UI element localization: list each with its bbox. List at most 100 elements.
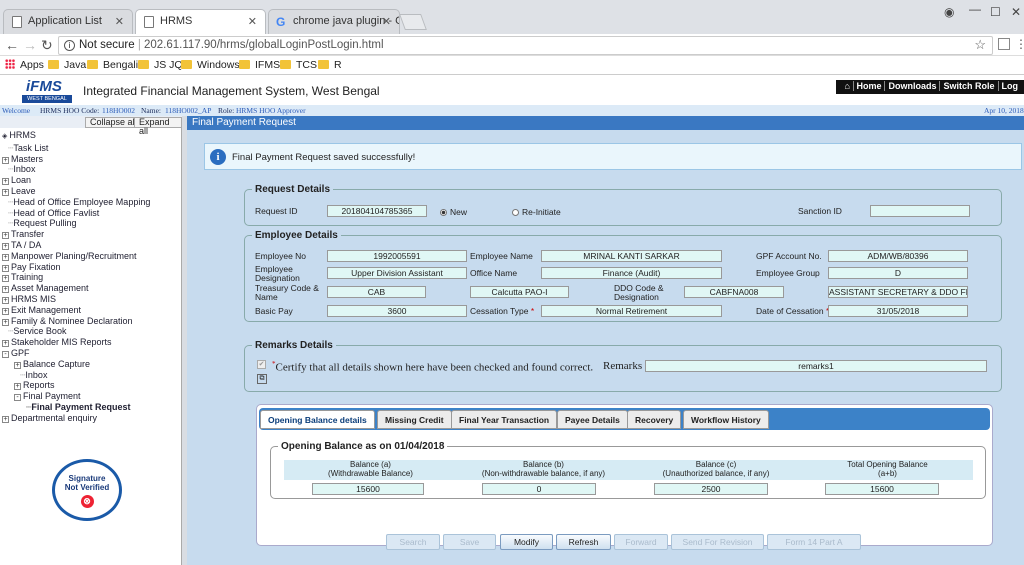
- radio-new[interactable]: New: [440, 208, 467, 217]
- tab-hrms[interactable]: HRMS ✕: [135, 9, 266, 35]
- expand-icon[interactable]: +: [2, 415, 9, 423]
- nav-tree-item[interactable]: + Family & Nominee Declaration: [0, 316, 150, 327]
- expand-icon[interactable]: +: [2, 307, 9, 315]
- reload-icon[interactable]: ↻: [41, 37, 53, 54]
- balance-b-field[interactable]: 0: [482, 483, 596, 495]
- nav-tree-item[interactable]: + Departmental enquiry: [0, 413, 150, 424]
- downloads-link[interactable]: Downloads: [885, 81, 941, 91]
- expand-icon[interactable]: +: [2, 242, 9, 250]
- nav-tree-item[interactable]: + Transfer: [0, 229, 150, 240]
- nav-tree-item[interactable]: ┄Service Book: [0, 326, 150, 337]
- close-window-icon[interactable]: ✕: [1011, 5, 1021, 19]
- save-button[interactable]: Save: [443, 534, 496, 550]
- switch-role-link[interactable]: Switch Role: [940, 81, 999, 91]
- address-bar[interactable]: i Not secure | 202.61.117.90/hrms/global…: [58, 36, 993, 55]
- bookmark-ifms[interactable]: IFMS: [239, 59, 280, 71]
- nav-tree-item[interactable]: + TA / DA: [0, 240, 150, 251]
- profile-icon[interactable]: ◉: [944, 5, 954, 19]
- expand-icon[interactable]: +: [2, 286, 9, 294]
- form-14-part-a-button[interactable]: Form 14 Part A: [767, 534, 861, 550]
- home-link[interactable]: ⌂ Home: [838, 81, 886, 91]
- balance-a-field[interactable]: 15600: [312, 483, 424, 495]
- nav-tree-item[interactable]: + Stakeholder MIS Reports: [0, 337, 150, 348]
- nav-tree-item[interactable]: + Leave: [0, 186, 150, 197]
- cessation-date-field[interactable]: 31/05/2018: [828, 305, 968, 317]
- nav-tree-item[interactable]: ┄Inbox: [0, 370, 150, 381]
- nav-tree-item[interactable]: ┄Final Payment Request: [0, 402, 150, 413]
- expand-icon[interactable]: +: [2, 232, 9, 240]
- expand-icon[interactable]: +: [2, 275, 9, 283]
- treasury-name-field[interactable]: Calcutta PAO-I: [470, 286, 569, 298]
- nav-tree-item[interactable]: ◈ HRMS: [0, 130, 150, 143]
- modify-button[interactable]: Modify: [500, 534, 553, 550]
- refresh-button[interactable]: Refresh: [556, 534, 611, 550]
- nav-tree-item[interactable]: + Loan: [0, 175, 150, 186]
- ddo-code-field[interactable]: CABFNA008: [684, 286, 784, 298]
- tab-payee-details[interactable]: Payee Details: [557, 410, 628, 429]
- nav-tree-item[interactable]: + Exit Management: [0, 305, 150, 316]
- forward-icon[interactable]: →: [23, 37, 37, 53]
- nav-tree-item[interactable]: + HRMS MIS: [0, 294, 150, 305]
- cessation-type-field[interactable]: Normal Retirement: [541, 305, 722, 317]
- bookmark-java[interactable]: Java: [48, 59, 86, 71]
- collapse-icon[interactable]: -: [14, 394, 21, 402]
- gpf-account-field[interactable]: ADM/WB/80396: [828, 250, 968, 262]
- send-for-revision-button[interactable]: Send For Revision: [671, 534, 764, 550]
- employee-name-field[interactable]: MRINAL KANTI SARKAR: [541, 250, 722, 262]
- nav-tree-item[interactable]: ┄Inbox: [0, 164, 150, 175]
- nav-tree-item[interactable]: - GPF: [0, 348, 150, 359]
- nav-tree-item[interactable]: + Manpower Planing/Recruitment: [0, 251, 150, 262]
- designation-field[interactable]: Upper Division Assistant: [327, 267, 467, 279]
- request-id-field[interactable]: 201804104785365: [327, 205, 427, 217]
- ddo-designation-field[interactable]: ASSISTANT SECRETARY & DDO FIN: [828, 286, 968, 298]
- tab-workflow-history[interactable]: Workflow History: [683, 410, 769, 429]
- certify-checkbox[interactable]: ✔: [257, 360, 266, 369]
- bookmark-js-jq[interactable]: JS JQ: [138, 59, 183, 71]
- office-name-field[interactable]: Finance (Audit): [541, 267, 722, 279]
- search-button[interactable]: Search: [386, 534, 440, 550]
- expand-icon[interactable]: +: [2, 156, 9, 164]
- basic-pay-field[interactable]: 3600: [327, 305, 467, 317]
- nav-tree-item[interactable]: + Masters: [0, 154, 150, 165]
- menu-icon[interactable]: ⋮: [1015, 37, 1024, 51]
- nav-tree-item[interactable]: ┄Task List: [0, 143, 150, 154]
- nav-tree-item[interactable]: + Pay Fixation: [0, 262, 150, 273]
- nav-tree-item[interactable]: + Reports: [0, 380, 150, 391]
- collapse-icon[interactable]: -: [2, 350, 9, 358]
- close-icon[interactable]: ✕: [382, 15, 391, 28]
- total-balance-field[interactable]: 15600: [825, 483, 939, 495]
- tab-final-year-transaction[interactable]: Final Year Transaction: [451, 410, 558, 429]
- close-icon[interactable]: ✕: [115, 15, 124, 28]
- nav-tree-item[interactable]: + Balance Capture: [0, 359, 150, 370]
- minimize-icon[interactable]: —: [969, 2, 981, 16]
- new-tab-button[interactable]: [399, 14, 427, 30]
- bookmark-windows[interactable]: Windows: [181, 59, 240, 71]
- nav-tree-item[interactable]: + Asset Management: [0, 283, 150, 294]
- tab-recovery[interactable]: Recovery: [627, 410, 682, 429]
- logout-link[interactable]: Log: [999, 81, 1022, 91]
- maximize-icon[interactable]: ☐: [990, 5, 1001, 19]
- balance-c-field[interactable]: 2500: [654, 483, 768, 495]
- treasury-code-field[interactable]: CAB: [327, 286, 426, 298]
- bookmark-bengali[interactable]: Bengali: [87, 59, 138, 71]
- copy-icon[interactable]: ⧉: [257, 374, 267, 384]
- expand-icon[interactable]: +: [2, 188, 9, 196]
- expand-icon[interactable]: +: [14, 383, 21, 391]
- expand-icon[interactable]: +: [14, 361, 21, 369]
- expand-icon[interactable]: +: [2, 253, 9, 261]
- expand-icon[interactable]: +: [2, 318, 9, 326]
- bookmark-apps[interactable]: Apps: [5, 59, 44, 71]
- expand-icon[interactable]: +: [2, 296, 9, 304]
- bookmark-tcs[interactable]: TCS: [280, 59, 317, 71]
- extension-icon[interactable]: [998, 38, 1010, 50]
- bookmark-r[interactable]: R: [318, 59, 342, 71]
- expand-icon[interactable]: +: [2, 178, 9, 186]
- nav-tree-item[interactable]: + Training: [0, 272, 150, 283]
- bookmark-star-icon[interactable]: ☆: [974, 37, 986, 53]
- expand-icon[interactable]: +: [2, 340, 9, 348]
- tab-application-list[interactable]: Application List ✕: [3, 9, 133, 34]
- close-icon[interactable]: ✕: [248, 15, 257, 28]
- remarks-field[interactable]: remarks1: [645, 360, 987, 372]
- expand-icon[interactable]: +: [2, 264, 9, 272]
- tab-opening-balance[interactable]: Opening Balance details: [260, 410, 375, 429]
